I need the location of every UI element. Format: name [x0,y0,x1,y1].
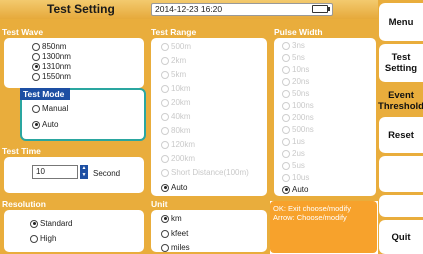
unit-option-kfeet[interactable]: kfeet [161,229,188,238]
test-time-title: Test Time [2,146,41,156]
test-time-unit-label: Second [93,169,121,178]
radio-icon [282,125,290,134]
radio-icon [282,113,290,122]
test-wave-title: Test Wave [2,27,44,37]
radio-icon [282,161,290,170]
radio-icon [282,149,290,158]
wave-option-850nm[interactable]: 850nm [32,42,66,51]
wave-option-1310nm[interactable]: 1310nm [32,62,71,71]
radio-icon [161,229,169,238]
radio-icon [32,42,40,51]
radio-icon [161,42,169,51]
event-threshold-button[interactable]: Event Threshold [378,85,423,117]
pulse-option-3ns[interactable]: 3ns [282,41,305,50]
radio-icon [32,72,40,81]
title-bar: Test Setting 2014-12-23 16:20 [0,0,378,19]
test-setting-button[interactable]: Test Setting [379,44,423,82]
range-option-5km[interactable]: 5km [161,70,186,79]
pulse-option-2us[interactable]: 2us [282,149,305,158]
test-wave-panel [4,38,144,88]
unit-option-miles[interactable]: miles [161,243,190,252]
range-option-200km[interactable]: 200km [161,154,195,163]
test-mode-title: Test Mode [23,89,65,99]
test-time-input[interactable]: 10 [32,165,78,179]
range-option-80km[interactable]: 80km [161,126,191,135]
radio-icon [282,77,290,86]
menu-button[interactable]: Menu [379,3,423,41]
radio-icon [282,89,290,98]
radio-icon [161,168,169,177]
range-option-20km[interactable]: 20km [161,98,191,107]
radio-icon [32,104,40,113]
datetime-display: 2014-12-23 16:20 [151,3,333,16]
radio-icon [30,234,38,243]
radio-selected-icon [30,219,38,228]
resolution-option-high[interactable]: High [30,234,56,243]
radio-icon [161,126,169,135]
sidebar-empty-button-1[interactable] [379,156,423,192]
quit-button[interactable]: Quit [379,220,423,254]
radio-icon [282,101,290,110]
help-hint-box: OK: Exit choose/modify Arrow: Choose/mod… [270,201,377,253]
range-option-10km[interactable]: 10km [161,84,191,93]
pulse-option-200ns[interactable]: 200ns [282,113,314,122]
range-option-short-distance[interactable]: Short Distance(100m) [161,168,249,177]
stepper-down-button[interactable]: ▼ [80,172,88,179]
radio-icon [161,56,169,65]
wave-option-1300nm[interactable]: 1300nm [32,52,71,61]
radio-icon [161,98,169,107]
range-option-40km[interactable]: 40km [161,112,191,121]
radio-icon [161,140,169,149]
radio-icon [161,70,169,79]
radio-icon [161,243,169,252]
pulse-option-10ns[interactable]: 10ns [282,65,309,74]
stepper-icon[interactable]: ▲ ▼ [80,165,88,179]
pulse-option-1us[interactable]: 1us [282,137,305,146]
resolution-panel [4,210,144,252]
mode-option-auto[interactable]: Auto [32,120,58,129]
battery-icon [312,5,330,13]
reset-button[interactable]: Reset [379,117,423,153]
radio-icon [161,84,169,93]
pulse-option-500ns[interactable]: 500ns [282,125,314,134]
radio-icon [32,52,40,61]
pulse-width-title: Pulse Width [274,27,323,37]
radio-icon [161,154,169,163]
radio-icon [282,65,290,74]
radio-selected-icon [32,62,40,71]
radio-selected-icon [282,185,290,194]
page-title: Test Setting [47,2,115,16]
help-line-arrow: Arrow: Choose/modify [273,213,347,222]
unit-title: Unit [151,199,168,209]
range-option-2km[interactable]: 2km [161,56,186,65]
pulse-option-50ns[interactable]: 50ns [282,89,309,98]
radio-selected-icon [161,183,169,192]
help-line-ok: OK: Exit choose/modify [273,204,351,213]
radio-icon [282,137,290,146]
wave-option-1550nm[interactable]: 1550nm [32,72,71,81]
radio-icon [282,53,290,62]
resolution-title: Resolution [2,199,46,209]
pulse-option-5ns[interactable]: 5ns [282,53,305,62]
radio-icon [161,112,169,121]
range-option-120km[interactable]: 120km [161,140,195,149]
mode-option-manual[interactable]: Manual [32,104,68,113]
range-option-500m[interactable]: 500m [161,42,191,51]
test-range-title: Test Range [151,27,197,37]
range-option-auto[interactable]: Auto [161,183,187,192]
pulse-option-100ns[interactable]: 100ns [282,101,314,110]
sidebar-empty-button-2[interactable] [379,195,423,217]
pulse-option-auto[interactable]: Auto [282,185,308,194]
resolution-option-standard[interactable]: Standard [30,219,72,228]
pulse-option-20ns[interactable]: 20ns [282,77,309,86]
pulse-option-5us[interactable]: 5us [282,161,305,170]
radio-selected-icon [32,120,40,129]
stepper-up-button[interactable]: ▲ [80,165,88,172]
radio-icon [282,41,290,50]
radio-selected-icon [161,214,169,223]
unit-option-km[interactable]: km [161,214,182,223]
pulse-option-10us[interactable]: 10us [282,173,309,182]
radio-icon [282,173,290,182]
